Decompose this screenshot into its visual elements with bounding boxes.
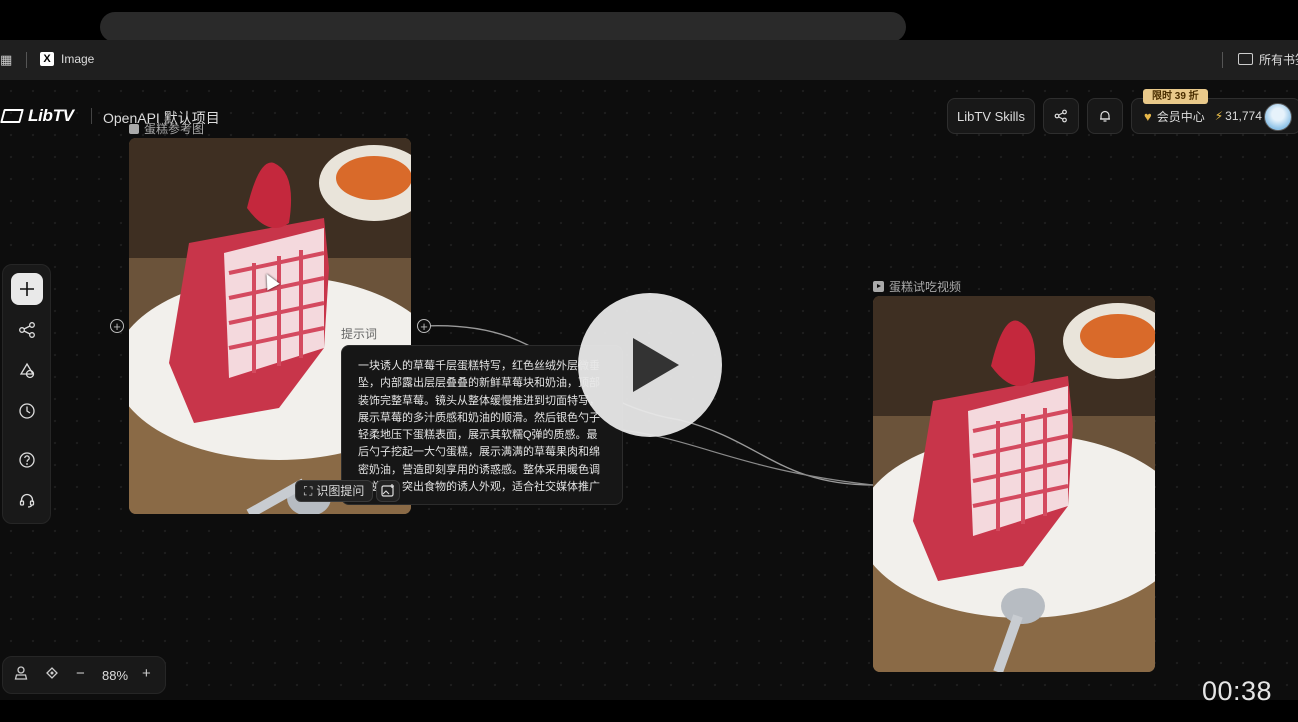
shapes-icon (19, 362, 35, 379)
zoom-level: 88% (102, 668, 129, 683)
prompt-text[interactable]: 一块诱人的草莓千层蛋糕特写，红色丝绒外层微垂坠，内部露出层层叠叠的新鲜草莓块和奶… (358, 358, 608, 495)
person-icon[interactable] (14, 665, 28, 685)
share-icon (1054, 109, 1067, 123)
fit-view-icon[interactable] (44, 665, 60, 685)
playback-time: 00:38 (1202, 676, 1273, 706)
zoom-out-icon[interactable]: − (76, 665, 85, 682)
add-node-button[interactable] (11, 273, 43, 305)
help-button[interactable] (11, 444, 43, 476)
reference-image-label-text: 蛋糕参考图 (144, 122, 205, 136)
bookmarks-folder[interactable]: 所有书签 (1238, 51, 1298, 68)
play-button[interactable] (578, 293, 722, 437)
workflow-button[interactable] (11, 314, 43, 346)
browser-top-bar (0, 0, 1298, 42)
video-node-label-text: 蛋糕试吃视频 (889, 280, 962, 294)
zoom-controls: − 88% + (2, 656, 166, 694)
reference-image-label: 蛋糕参考图 (129, 120, 204, 137)
lightning-icon: ⚡ (1214, 109, 1224, 123)
promo-badge: 限时 39 折 (1143, 89, 1208, 104)
bookmark-separator (1222, 52, 1223, 68)
share-button[interactable] (1043, 98, 1079, 134)
folder-icon (1238, 53, 1253, 65)
member-center-label: 会员中心 (1156, 109, 1205, 124)
notification-button[interactable] (1087, 98, 1123, 134)
plus-icon (20, 282, 34, 296)
apps-grid-icon[interactable]: ▦ (0, 52, 12, 68)
bookmarks-bar: ▦ X Image 所有书签 (0, 40, 1298, 80)
support-button[interactable] (11, 484, 43, 516)
add-input-handle[interactable]: + (110, 319, 124, 333)
image-icon (129, 124, 139, 134)
skills-button[interactable]: LibTV Skills (947, 98, 1035, 134)
image-add-icon (381, 484, 394, 497)
brand-logo[interactable]: LibTV (0, 106, 74, 126)
help-icon (19, 452, 35, 468)
brand-name: LibTV (28, 106, 74, 125)
headset-icon (19, 493, 35, 508)
member-heart-icon: ♥ (1144, 108, 1152, 124)
user-avatar[interactable] (1264, 103, 1292, 131)
bell-icon (1100, 110, 1110, 122)
libtv-logo-icon (0, 109, 24, 123)
player-bottom-bar (0, 700, 1298, 722)
history-button[interactable] (11, 395, 43, 427)
add-image-button[interactable] (376, 480, 400, 502)
video-node-label: 蛋糕试吃视频 (873, 278, 961, 295)
image-question-label: 识图提问 (316, 484, 365, 498)
add-output-handle[interactable]: + (417, 319, 431, 333)
bookmark-image[interactable]: Image (61, 52, 94, 66)
clock-icon (19, 403, 35, 419)
credits-count: 31,774 (1225, 109, 1262, 123)
url-bar[interactable] (100, 12, 906, 42)
prompt-node-label: 提示词 (341, 327, 378, 341)
bookmark-separator (26, 52, 27, 68)
scan-icon: ⛶ (304, 484, 313, 498)
assets-button[interactable] (11, 355, 43, 387)
workflow-icon (19, 322, 35, 338)
video-node-card[interactable] (873, 296, 1155, 672)
header-separator (91, 108, 92, 124)
video-icon (873, 281, 884, 292)
bookmarks-folder-label: 所有书签 (1259, 53, 1298, 67)
cake-video-frame (873, 296, 1155, 672)
left-toolbar (2, 264, 51, 524)
image-question-button[interactable]: ⛶ 识图提问 (295, 480, 374, 502)
zoom-in-icon[interactable]: + (142, 665, 151, 682)
x-logo-icon[interactable]: X (40, 52, 54, 66)
